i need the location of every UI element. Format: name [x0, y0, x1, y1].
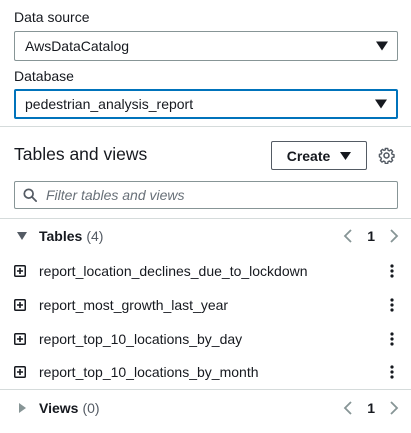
- vertical-ellipsis-icon[interactable]: [390, 297, 394, 312]
- table-row[interactable]: report_location_declines_due_to_lockdown: [0, 254, 411, 287]
- table-row[interactable]: report_most_growth_last_year: [0, 288, 411, 321]
- caret-down-icon: [376, 41, 388, 51]
- table-name: report_top_10_locations_by_month: [39, 363, 259, 380]
- views-count: (0): [82, 400, 100, 416]
- tables-group-title: Tables (4): [39, 228, 103, 244]
- table-row[interactable]: report_top_10_locations_by_month: [0, 355, 411, 388]
- gear-icon[interactable]: [378, 147, 395, 164]
- filter-tables-input[interactable]: [46, 187, 386, 203]
- database-select[interactable]: pedestrian_analysis_report: [14, 89, 398, 119]
- views-label: Views: [39, 400, 79, 416]
- views-group-title: Views (0): [39, 400, 100, 416]
- table-name: report_most_growth_last_year: [39, 296, 229, 313]
- views-group-header[interactable]: Views (0) 1: [0, 390, 411, 426]
- search-icon: [23, 188, 37, 202]
- tables-pagination: 1: [343, 228, 399, 244]
- plus-square-icon[interactable]: [14, 298, 26, 311]
- plus-square-icon[interactable]: [14, 365, 26, 378]
- database-value: pedestrian_analysis_report: [25, 96, 194, 112]
- data-source-value: AwsDataCatalog: [25, 38, 130, 54]
- table-name: report_location_declines_due_to_lockdown: [39, 262, 308, 279]
- tables-and-views-title: Tables and views: [14, 144, 148, 164]
- section-divider: [0, 126, 411, 127]
- plus-square-icon[interactable]: [14, 264, 26, 277]
- tables-count: (4): [86, 228, 104, 244]
- data-source-select[interactable]: AwsDataCatalog: [14, 31, 398, 61]
- chevron-left-icon[interactable]: [343, 229, 353, 243]
- caret-down-icon: [340, 151, 352, 160]
- table-name: report_top_10_locations_by_day: [39, 330, 243, 347]
- filter-tables-field[interactable]: [14, 181, 398, 209]
- tables-page-number[interactable]: 1: [367, 228, 375, 244]
- vertical-ellipsis-icon[interactable]: [390, 364, 394, 379]
- create-button[interactable]: Create: [271, 141, 367, 170]
- views-pagination: 1: [343, 400, 399, 416]
- database-label: Database: [14, 68, 74, 84]
- caret-down-icon[interactable]: [17, 231, 27, 241]
- vertical-ellipsis-icon[interactable]: [390, 263, 394, 278]
- views-page-number[interactable]: 1: [367, 400, 375, 416]
- vertical-ellipsis-icon[interactable]: [390, 331, 394, 346]
- caret-right-icon[interactable]: [17, 403, 27, 413]
- create-button-label: Create: [286, 147, 331, 164]
- table-row[interactable]: report_top_10_locations_by_day: [0, 322, 411, 355]
- chevron-right-icon[interactable]: [389, 401, 399, 415]
- chevron-left-icon[interactable]: [343, 401, 353, 415]
- caret-down-icon: [375, 99, 387, 109]
- tables-group-header[interactable]: Tables (4) 1: [0, 218, 411, 254]
- chevron-right-icon[interactable]: [389, 229, 399, 243]
- plus-square-icon[interactable]: [14, 332, 26, 345]
- data-source-label: Data source: [14, 9, 90, 25]
- tables-label: Tables: [39, 228, 83, 244]
